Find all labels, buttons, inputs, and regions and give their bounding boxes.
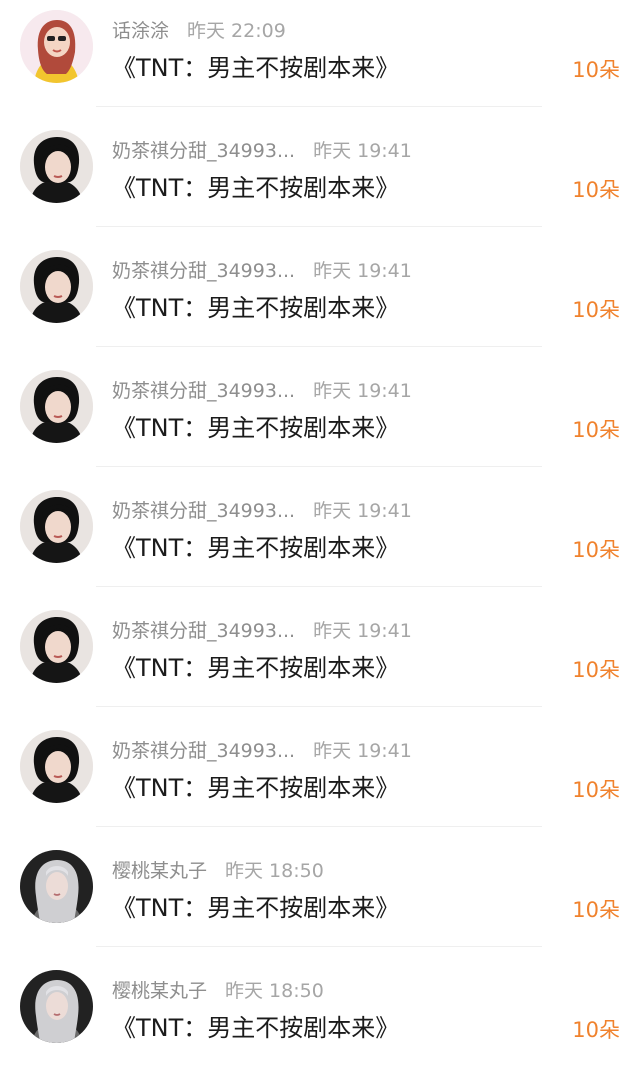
book-title: 《TNT：男主不按剧本来》: [112, 414, 400, 442]
timestamp: 昨天 19:41: [313, 379, 412, 402]
list-item[interactable]: 奶茶祺分甜_34993... 昨天 19:41 《TNT：男主不按剧本来》 10…: [0, 107, 640, 227]
item-meta: 樱桃某丸子 昨天 18:50: [112, 854, 324, 884]
gift-count: 10朵: [572, 898, 620, 922]
username[interactable]: 奶茶祺分甜_34993...: [112, 376, 295, 403]
username[interactable]: 奶茶祺分甜_34993...: [112, 136, 295, 163]
book-title: 《TNT：男主不按剧本来》: [112, 294, 400, 322]
user-avatar-icon[interactable]: [20, 970, 93, 1043]
timestamp: 昨天 18:50: [225, 859, 324, 882]
item-meta: 奶茶祺分甜_34993... 昨天 19:41: [112, 734, 412, 764]
item-meta: 奶茶祺分甜_34993... 昨天 19:41: [112, 614, 412, 644]
item-meta: 话涂涂 昨天 22:09: [112, 14, 286, 44]
username[interactable]: 奶茶祺分甜_34993...: [112, 736, 295, 763]
list-item[interactable]: 樱桃某丸子 昨天 18:50 《TNT：男主不按剧本来》 10朵: [0, 947, 640, 1067]
book-title: 《TNT：男主不按剧本来》: [112, 54, 400, 82]
gift-count: 10朵: [572, 778, 620, 802]
timestamp: 昨天 19:41: [313, 739, 412, 762]
user-avatar-icon[interactable]: [20, 490, 93, 563]
gift-count: 10朵: [572, 298, 620, 322]
list-item[interactable]: 樱桃某丸子 昨天 18:50 《TNT：男主不按剧本来》 10朵: [0, 827, 640, 947]
list-item[interactable]: 奶茶祺分甜_34993... 昨天 19:41 《TNT：男主不按剧本来》 10…: [0, 707, 640, 827]
user-avatar-icon[interactable]: [20, 130, 93, 203]
list-item[interactable]: 话涂涂 昨天 22:09 《TNT：男主不按剧本来》 10朵: [0, 0, 640, 107]
item-meta: 樱桃某丸子 昨天 18:50: [112, 974, 324, 1004]
gift-count: 10朵: [572, 418, 620, 442]
gift-count: 10朵: [572, 58, 620, 82]
list-item[interactable]: 奶茶祺分甜_34993... 昨天 19:41 《TNT：男主不按剧本来》 10…: [0, 227, 640, 347]
item-meta: 奶茶祺分甜_34993... 昨天 19:41: [112, 134, 412, 164]
username[interactable]: 樱桃某丸子: [112, 856, 207, 883]
timestamp: 昨天 19:41: [313, 259, 412, 282]
user-avatar-icon[interactable]: [20, 850, 93, 923]
timestamp: 昨天 19:41: [313, 139, 412, 162]
book-title: 《TNT：男主不按剧本来》: [112, 894, 400, 922]
gift-count: 10朵: [572, 538, 620, 562]
user-avatar-icon[interactable]: [20, 250, 93, 323]
user-avatar-icon[interactable]: [20, 610, 93, 683]
item-meta: 奶茶祺分甜_34993... 昨天 19:41: [112, 374, 412, 404]
gift-record-list: 话涂涂 昨天 22:09 《TNT：男主不按剧本来》 10朵 奶茶祺分甜_349…: [0, 0, 640, 1061]
username[interactable]: 奶茶祺分甜_34993...: [112, 496, 295, 523]
book-title: 《TNT：男主不按剧本来》: [112, 174, 400, 202]
username[interactable]: 话涂涂: [112, 16, 169, 43]
book-title: 《TNT：男主不按剧本来》: [112, 534, 400, 562]
timestamp: 昨天 18:50: [225, 979, 324, 1002]
book-title: 《TNT：男主不按剧本来》: [112, 774, 400, 802]
gift-count: 10朵: [572, 658, 620, 682]
user-avatar-icon[interactable]: [20, 370, 93, 443]
username[interactable]: 奶茶祺分甜_34993...: [112, 616, 295, 643]
book-title: 《TNT：男主不按剧本来》: [112, 654, 400, 682]
list-item[interactable]: 奶茶祺分甜_34993... 昨天 19:41 《TNT：男主不按剧本来》 10…: [0, 347, 640, 467]
gift-count: 10朵: [572, 178, 620, 202]
item-meta: 奶茶祺分甜_34993... 昨天 19:41: [112, 494, 412, 524]
item-meta: 奶茶祺分甜_34993... 昨天 19:41: [112, 254, 412, 284]
list-item[interactable]: 奶茶祺分甜_34993... 昨天 19:41 《TNT：男主不按剧本来》 10…: [0, 467, 640, 587]
username[interactable]: 奶茶祺分甜_34993...: [112, 256, 295, 283]
list-item[interactable]: 奶茶祺分甜_34993... 昨天 19:41 《TNT：男主不按剧本来》 10…: [0, 587, 640, 707]
timestamp: 昨天 19:41: [313, 499, 412, 522]
timestamp: 昨天 22:09: [187, 19, 286, 42]
timestamp: 昨天 19:41: [313, 619, 412, 642]
gift-count: 10朵: [572, 1018, 620, 1042]
book-title: 《TNT：男主不按剧本来》: [112, 1014, 400, 1042]
user-avatar-icon[interactable]: [20, 730, 93, 803]
user-avatar-icon[interactable]: [20, 10, 93, 83]
username[interactable]: 樱桃某丸子: [112, 976, 207, 1003]
